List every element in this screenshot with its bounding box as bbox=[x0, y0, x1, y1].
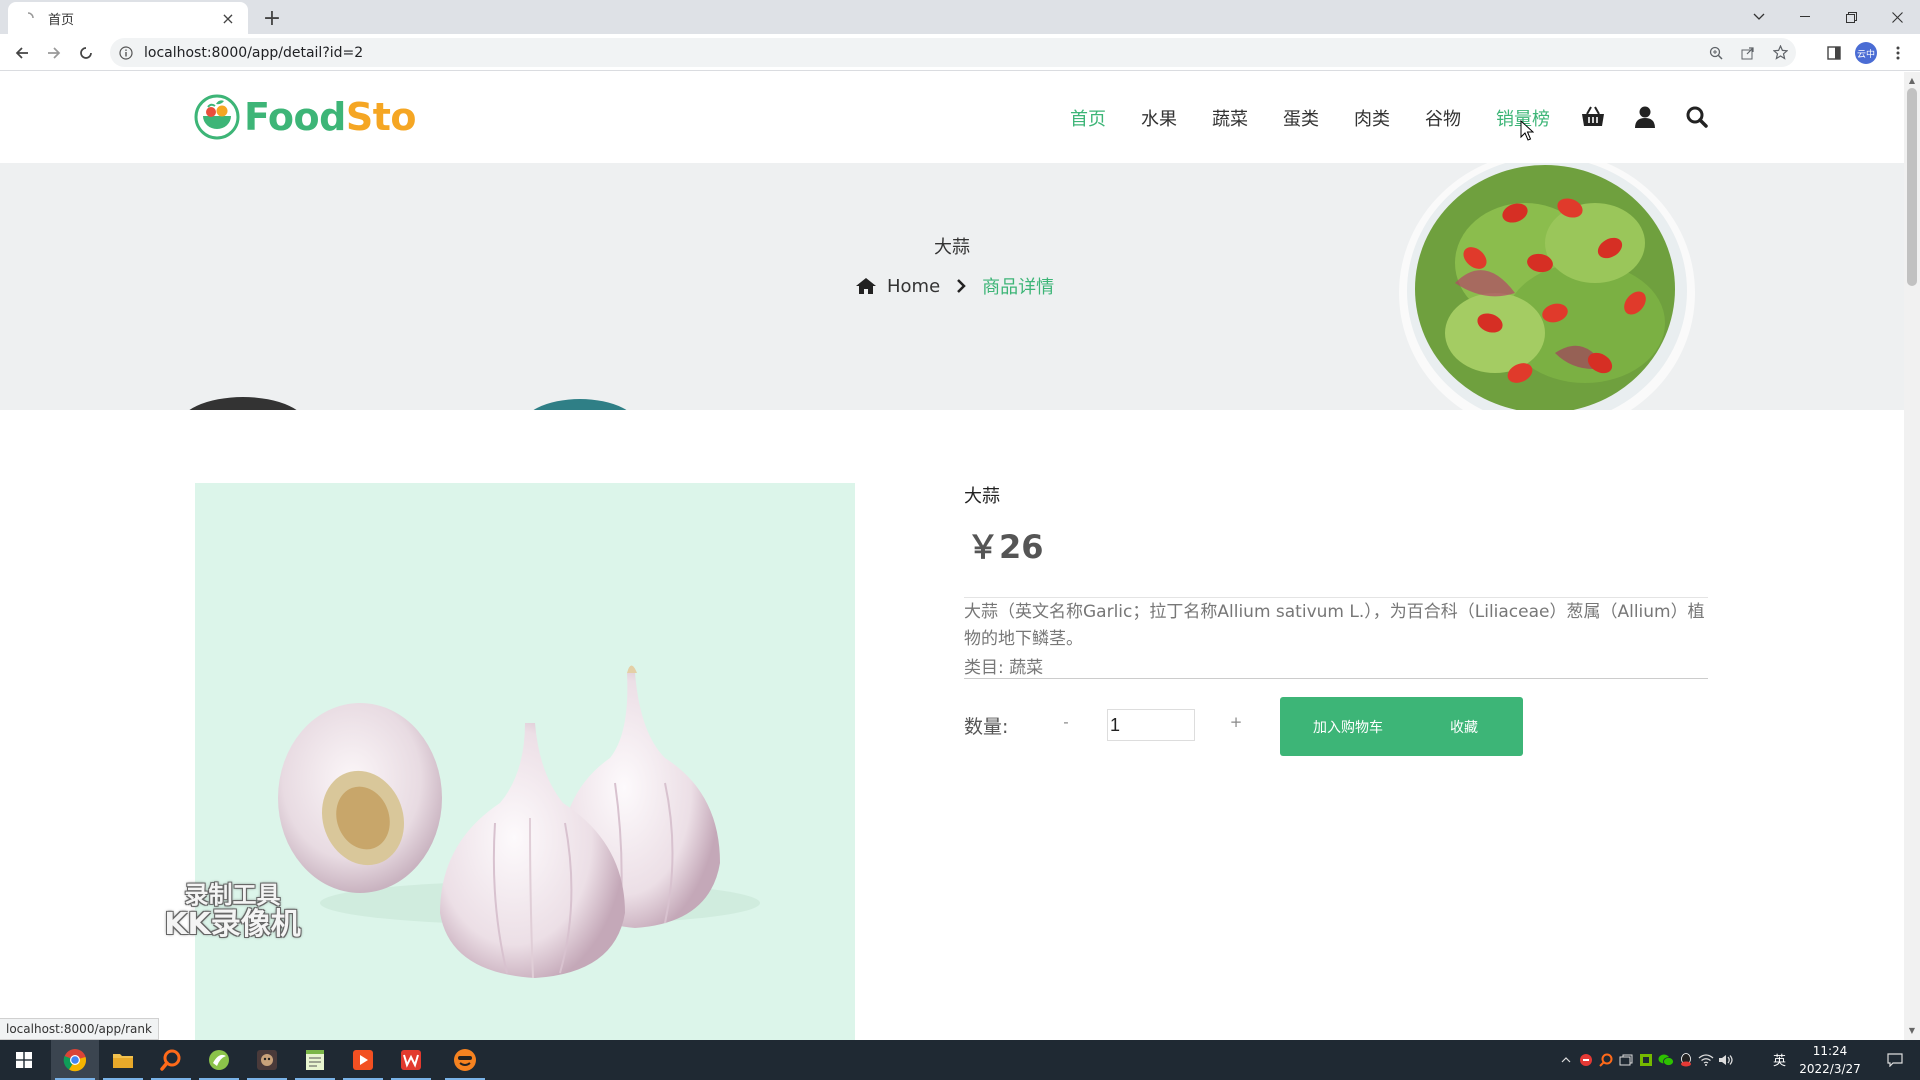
system-tray bbox=[1556, 1040, 1736, 1080]
user-icon[interactable] bbox=[1630, 102, 1660, 132]
scroll-up-icon[interactable]: ▲ bbox=[1904, 72, 1920, 88]
home-icon bbox=[856, 278, 876, 294]
close-window-icon[interactable] bbox=[1874, 0, 1920, 34]
taskbar-clock[interactable]: 11:24 2022/3/27 bbox=[1788, 1042, 1872, 1078]
chrome-menu-icon[interactable] bbox=[1884, 39, 1912, 67]
forward-icon[interactable] bbox=[40, 39, 68, 67]
garlic-image bbox=[278, 665, 760, 979]
browser-tabbar: 首页 × + bbox=[0, 0, 1920, 34]
clock-date: 2022/3/27 bbox=[1799, 1062, 1861, 1076]
breadcrumb-home[interactable]: Home bbox=[887, 276, 940, 297]
tray-wechat-icon[interactable] bbox=[1656, 1040, 1676, 1080]
nav-eggs[interactable]: 蛋类 bbox=[1283, 105, 1319, 131]
green-app-icon[interactable] bbox=[195, 1040, 243, 1080]
restore-icon[interactable] bbox=[1828, 0, 1874, 34]
file-explorer-icon[interactable] bbox=[99, 1040, 147, 1080]
salad-bowl-image bbox=[1399, 163, 1695, 410]
input-method-indicator[interactable]: 英 bbox=[1773, 1050, 1786, 1069]
media-app-icon[interactable] bbox=[339, 1040, 387, 1080]
address-bar[interactable]: localhost:8000/app/detail?id=2 bbox=[110, 38, 1796, 67]
recorder-icon[interactable] bbox=[441, 1040, 489, 1080]
tab-search-icon[interactable] bbox=[1736, 0, 1782, 34]
banner-decoration bbox=[520, 399, 640, 410]
search-icon[interactable] bbox=[1682, 102, 1712, 132]
chevron-right-icon bbox=[956, 278, 966, 294]
chrome-icon[interactable] bbox=[51, 1040, 99, 1080]
game-app-icon[interactable] bbox=[243, 1040, 291, 1080]
banner-decoration bbox=[178, 397, 308, 410]
quantity-decrease-button[interactable]: - bbox=[1058, 713, 1074, 739]
tray-search-icon[interactable] bbox=[1596, 1040, 1616, 1080]
tab-close-icon[interactable]: × bbox=[220, 9, 236, 28]
breadcrumb: Home 商品详情 bbox=[855, 274, 1054, 298]
product-price: ￥26 bbox=[967, 528, 1044, 566]
nav-grains[interactable]: 谷物 bbox=[1425, 105, 1461, 131]
logo-bowl-icon bbox=[194, 94, 240, 140]
breadcrumb-current: 商品详情 bbox=[982, 277, 1055, 298]
favorite-button[interactable]: 收藏 bbox=[1450, 717, 1478, 737]
scrollbar-thumb[interactable] bbox=[1907, 88, 1917, 286]
site-header: FoodSto 首页 水果 蔬菜 蛋类 肉类 谷物 销量榜 bbox=[0, 72, 1904, 163]
tray-expand-icon[interactable] bbox=[1556, 1040, 1576, 1080]
site-logo[interactable]: FoodSto bbox=[194, 94, 416, 140]
nav-fruit[interactable]: 水果 bbox=[1141, 105, 1177, 131]
tab-title: 首页 bbox=[48, 12, 75, 28]
page-banner: 大蒜 Home 商品详情 bbox=[0, 163, 1904, 410]
status-bar-url: localhost:8000/app/rank bbox=[0, 1018, 159, 1040]
quantity-increase-button[interactable]: + bbox=[1228, 713, 1244, 739]
tray-wifi-icon[interactable] bbox=[1696, 1040, 1716, 1080]
nav-home[interactable]: 首页 bbox=[1070, 105, 1106, 131]
url-text[interactable]: localhost:8000/app/detail?id=2 bbox=[144, 45, 1700, 61]
action-button-group: 加入购物车 收藏 bbox=[1280, 697, 1523, 756]
clock-time: 11:24 bbox=[1812, 1044, 1848, 1058]
stop-loading-icon[interactable] bbox=[72, 39, 100, 67]
windows-taskbar: 英 11:24 2022/3/27 bbox=[0, 1040, 1920, 1080]
notepad-icon[interactable] bbox=[291, 1040, 339, 1080]
minimize-icon[interactable] bbox=[1782, 0, 1828, 34]
basket-icon[interactable] bbox=[1578, 102, 1608, 132]
tray-nvidia-icon[interactable] bbox=[1636, 1040, 1656, 1080]
profile-avatar[interactable]: 云中 bbox=[1852, 39, 1880, 67]
browser-toolbar: localhost:8000/app/detail?id=2 云中 bbox=[0, 34, 1920, 71]
nav-meat[interactable]: 肉类 bbox=[1354, 105, 1390, 131]
search-tool-icon[interactable] bbox=[147, 1040, 195, 1080]
tray-security-icon[interactable] bbox=[1576, 1040, 1596, 1080]
mouse-cursor-icon bbox=[1520, 120, 1534, 141]
zoom-icon[interactable] bbox=[1700, 38, 1732, 67]
product-description: 大蒜（英文名称Garlic；拉丁名称Allium sativum L.），为百合… bbox=[964, 602, 1705, 649]
share-icon[interactable] bbox=[1732, 38, 1764, 67]
tab-loading-icon bbox=[20, 10, 36, 26]
wps-icon[interactable] bbox=[387, 1040, 435, 1080]
browser-tab[interactable]: 首页 × bbox=[8, 2, 248, 34]
product-image bbox=[195, 483, 855, 1040]
tray-volume-icon[interactable] bbox=[1716, 1040, 1736, 1080]
main-nav: 首页 水果 蔬菜 蛋类 肉类 谷物 销量榜 bbox=[1070, 104, 1585, 132]
quantity-input[interactable] bbox=[1107, 709, 1195, 741]
quantity-label: 数量: bbox=[964, 716, 1009, 738]
tray-qq-icon[interactable] bbox=[1676, 1040, 1696, 1080]
new-tab-button[interactable]: + bbox=[258, 4, 286, 32]
product-category: 类目: 蔬菜 bbox=[964, 658, 1044, 678]
windows-start-icon[interactable] bbox=[0, 1040, 48, 1080]
recorder-watermark: 录制工具 KK录像机 bbox=[164, 881, 301, 942]
site-info-icon[interactable] bbox=[118, 45, 134, 61]
divider bbox=[964, 597, 1708, 598]
product-name: 大蒜 bbox=[964, 486, 1000, 507]
logo-text: FoodSto bbox=[244, 95, 416, 139]
divider bbox=[964, 678, 1708, 679]
add-to-cart-button[interactable]: 加入购物车 bbox=[1313, 717, 1383, 737]
back-icon[interactable] bbox=[8, 39, 36, 67]
bookmark-star-icon[interactable] bbox=[1764, 38, 1796, 67]
nav-vegetables[interactable]: 蔬菜 bbox=[1212, 105, 1248, 131]
scroll-down-icon[interactable]: ▼ bbox=[1904, 1022, 1920, 1038]
side-panel-icon[interactable] bbox=[1820, 39, 1848, 67]
tray-device-icon[interactable] bbox=[1616, 1040, 1636, 1080]
notification-center-icon[interactable] bbox=[1875, 1040, 1915, 1080]
